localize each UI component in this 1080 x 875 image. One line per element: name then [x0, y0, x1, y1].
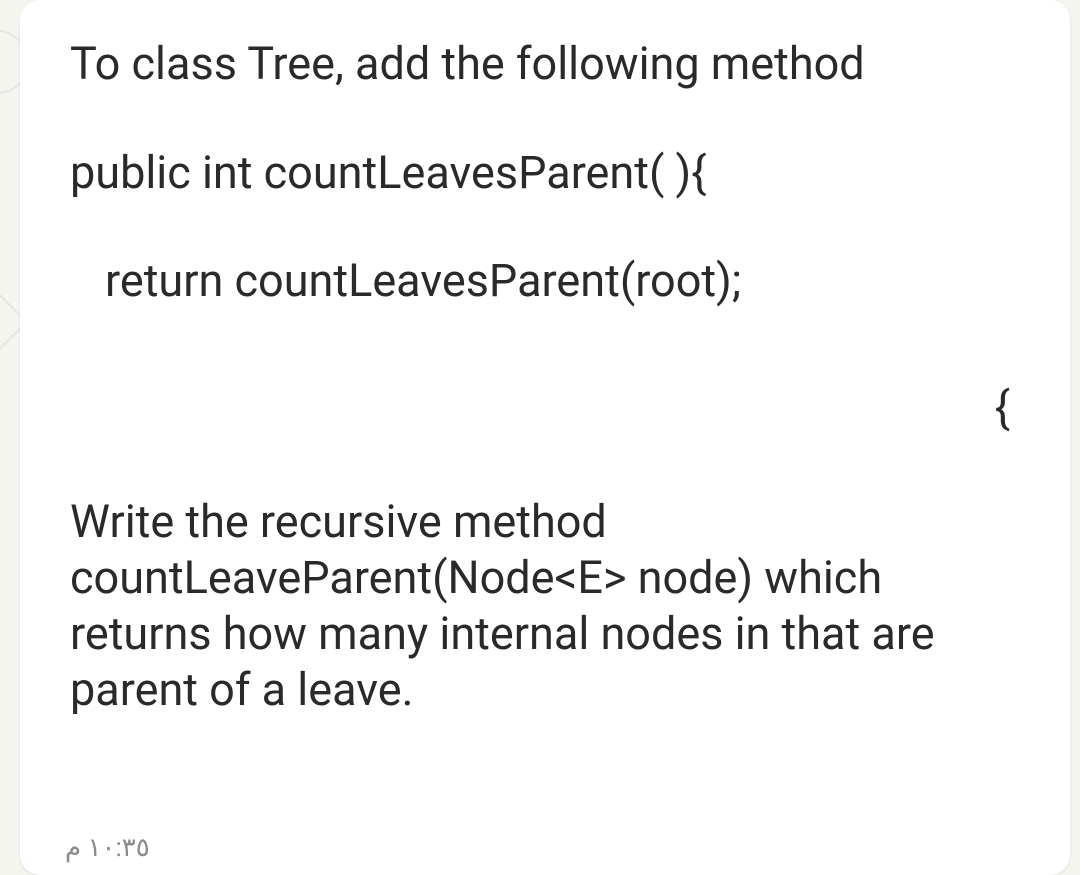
brace-line: { — [70, 381, 1020, 434]
task-description: Write the recursive method countLeavePar… — [70, 494, 1020, 719]
code-return-statement: return countLeavesParent(root); — [70, 252, 1020, 311]
instruction-line-1: To class Tree, add the following method — [70, 35, 1020, 94]
message-bubble: To class Tree, add the following method … — [20, 0, 1070, 875]
code-method-signature: public int countLeavesParent( ){ — [70, 144, 1020, 203]
message-timestamp: ١٠:٣٥ م — [65, 833, 150, 863]
